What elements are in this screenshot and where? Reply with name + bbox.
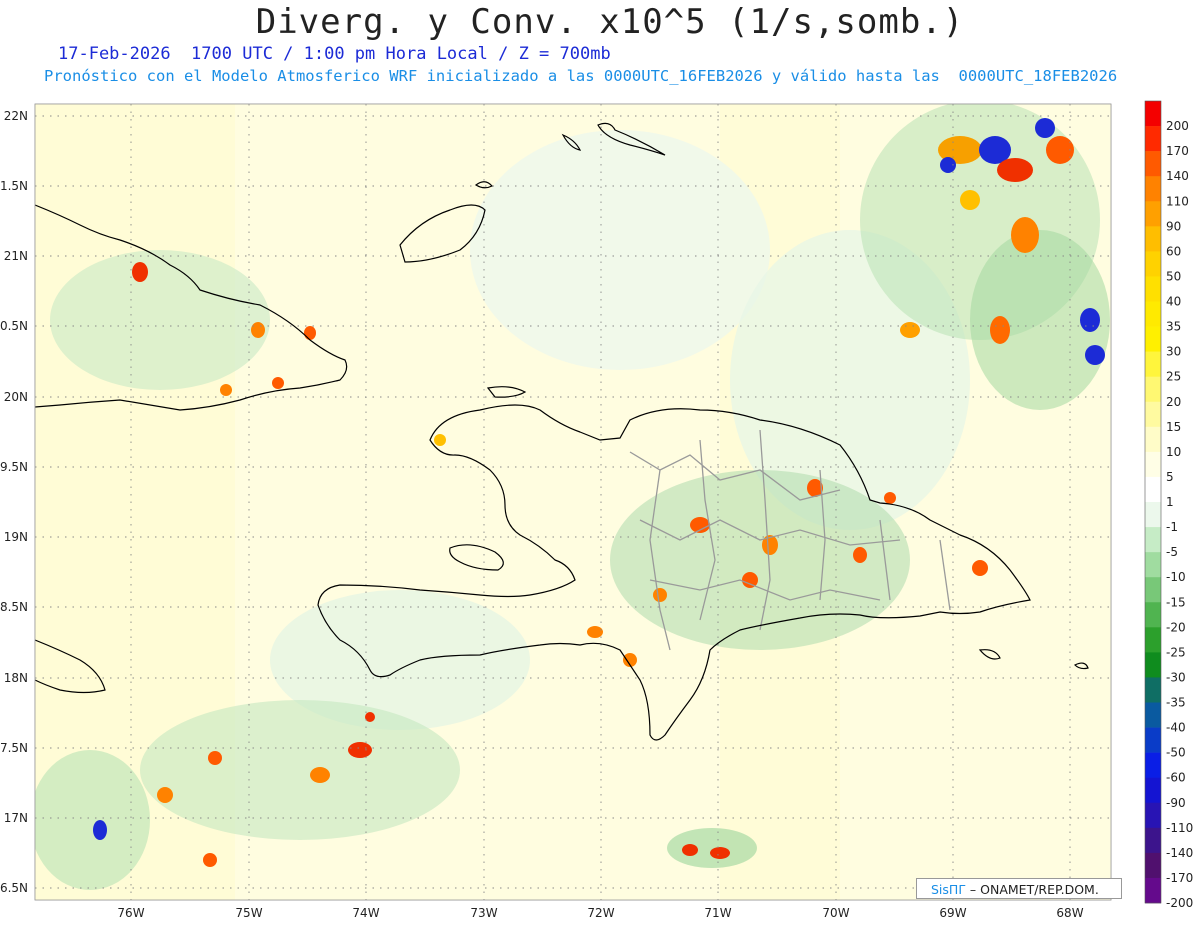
lat-label: 21N — [4, 249, 28, 263]
colorbar-swatch — [1145, 276, 1161, 302]
colorbar-label: 10 — [1166, 445, 1181, 459]
colorbar-swatch — [1145, 577, 1161, 603]
colorbar-swatch — [1145, 101, 1161, 127]
colorbar-swatch — [1145, 251, 1161, 277]
lon-label: 72W — [587, 906, 614, 920]
lat-label: 20N — [4, 390, 28, 404]
sispi-logo-text: SisПГ — [931, 882, 966, 897]
credit-text: – ONAMET/REP.DOM. — [965, 882, 1099, 897]
colorbar-swatch — [1145, 126, 1161, 152]
lat-labels: 22N 1.5N 21N 0.5N 20N 9.5N 19N 8.5N 18N … — [0, 109, 28, 895]
colorbar-label: 5 — [1166, 470, 1174, 484]
lon-label: 75W — [235, 906, 262, 920]
colorbar-swatch — [1145, 627, 1161, 653]
colorbar-label: -15 — [1166, 595, 1186, 609]
lat-label: 18N — [4, 671, 28, 685]
colorbar-label: 40 — [1166, 295, 1181, 309]
valid-time-subtitle: 17-Feb-2026 1700 UTC / 1:00 pm Hora Loca… — [58, 44, 611, 64]
colorbar-swatch — [1145, 877, 1161, 904]
lat-label: 19N — [4, 530, 28, 544]
colorbar-swatch — [1145, 852, 1161, 879]
colorbar-swatch — [1145, 777, 1161, 804]
lon-label: 69W — [939, 906, 966, 920]
colorbar-swatch — [1145, 476, 1161, 503]
colorbar-label: 50 — [1166, 269, 1181, 283]
colorbar-label: 20 — [1166, 395, 1181, 409]
model-run-subtitle: Pronóstico con el Modelo Atmosferico WRF… — [44, 67, 1118, 85]
colorbar-swatch — [1145, 451, 1161, 478]
lon-label: 76W — [117, 906, 144, 920]
colorbar-swatch — [1145, 652, 1161, 678]
colorbar-label: -200 — [1166, 896, 1193, 910]
colorbar-swatch — [1145, 201, 1161, 227]
lon-label: 74W — [352, 906, 379, 920]
colorbar-label: 25 — [1166, 370, 1181, 384]
colorbar-label: -90 — [1166, 796, 1186, 810]
lon-label: 73W — [470, 906, 497, 920]
colorbar-swatch — [1145, 552, 1161, 578]
colorbar-swatch — [1145, 176, 1161, 202]
colorbar-swatch — [1145, 226, 1161, 252]
colorbar-swatch — [1145, 376, 1161, 403]
colorbar-swatch — [1145, 702, 1161, 728]
colorbar-swatch — [1145, 502, 1161, 528]
lon-label: 71W — [704, 906, 731, 920]
colorbar-swatch — [1145, 326, 1161, 352]
colorbar-label: -170 — [1166, 871, 1193, 885]
lat-label: 6.5N — [0, 881, 28, 895]
colorbar-label: -20 — [1166, 620, 1186, 634]
lon-label: 70W — [822, 906, 849, 920]
lon-labels: 76W 75W 74W 73W 72W 71W 70W 69W 68W — [117, 906, 1083, 920]
lat-label: 22N — [4, 109, 28, 123]
colorbar-label: -1 — [1166, 520, 1178, 534]
colorbar-label: 200 — [1166, 119, 1189, 133]
shading-field — [35, 104, 1111, 900]
colorbar-swatch — [1145, 827, 1161, 854]
lat-label: 0.5N — [0, 319, 28, 333]
colorbar-swatch — [1145, 802, 1161, 829]
colorbar-label: 90 — [1166, 219, 1181, 233]
lon-label: 68W — [1056, 906, 1083, 920]
divergence-map: 22N 1.5N 21N 0.5N 20N 9.5N 19N 8.5N 18N … — [0, 100, 1193, 920]
colorbar-label: -5 — [1166, 545, 1178, 559]
colorbar: 200 170 140 110 90 60 50 40 35 30 25 20 15 10 5 1 -1 -5 -1… — [1144, 100, 1193, 910]
lat-label: 7.5N — [0, 741, 28, 755]
chart-title: Diverg. y Conv. x10^5 (1/s,somb.) — [255, 2, 965, 42]
colorbar-swatch — [1145, 151, 1161, 177]
colorbar-swatch — [1145, 677, 1161, 703]
colorbar-label: -30 — [1166, 670, 1186, 684]
colorbar-label: 170 — [1166, 144, 1189, 158]
colorbar-label: -25 — [1166, 645, 1186, 659]
colorbar-label: 35 — [1166, 320, 1181, 334]
colorbar-swatch — [1145, 752, 1161, 778]
colorbar-label: 110 — [1166, 194, 1189, 208]
colorbar-label: -140 — [1166, 846, 1193, 860]
colorbar-label: -35 — [1166, 696, 1186, 710]
colorbar-label: -50 — [1166, 746, 1186, 760]
colorbar-swatch — [1145, 602, 1161, 628]
lat-label: 8.5N — [0, 600, 28, 614]
colorbar-label: 140 — [1166, 169, 1189, 183]
colorbar-swatch — [1145, 727, 1161, 753]
colorbar-label: -60 — [1166, 771, 1186, 785]
colorbar-swatch — [1145, 426, 1161, 453]
colorbar-label: 60 — [1166, 244, 1181, 258]
credit-box: SisПГ – ONAMET/REP.DOM. — [916, 878, 1122, 899]
colorbar-label: 1 — [1166, 495, 1174, 509]
colorbar-swatch — [1145, 301, 1161, 327]
colorbar-label: 30 — [1166, 345, 1181, 359]
colorbar-swatch — [1145, 351, 1161, 377]
colorbar-label: -40 — [1166, 721, 1186, 735]
colorbar-swatch — [1145, 527, 1161, 553]
lat-label: 17N — [4, 811, 28, 825]
lat-label: 1.5N — [0, 179, 28, 193]
lat-label: 9.5N — [0, 460, 28, 474]
colorbar-swatch — [1145, 401, 1161, 428]
colorbar-label: 15 — [1166, 420, 1181, 434]
colorbar-label: -110 — [1166, 821, 1193, 835]
colorbar-label: -10 — [1166, 570, 1186, 584]
